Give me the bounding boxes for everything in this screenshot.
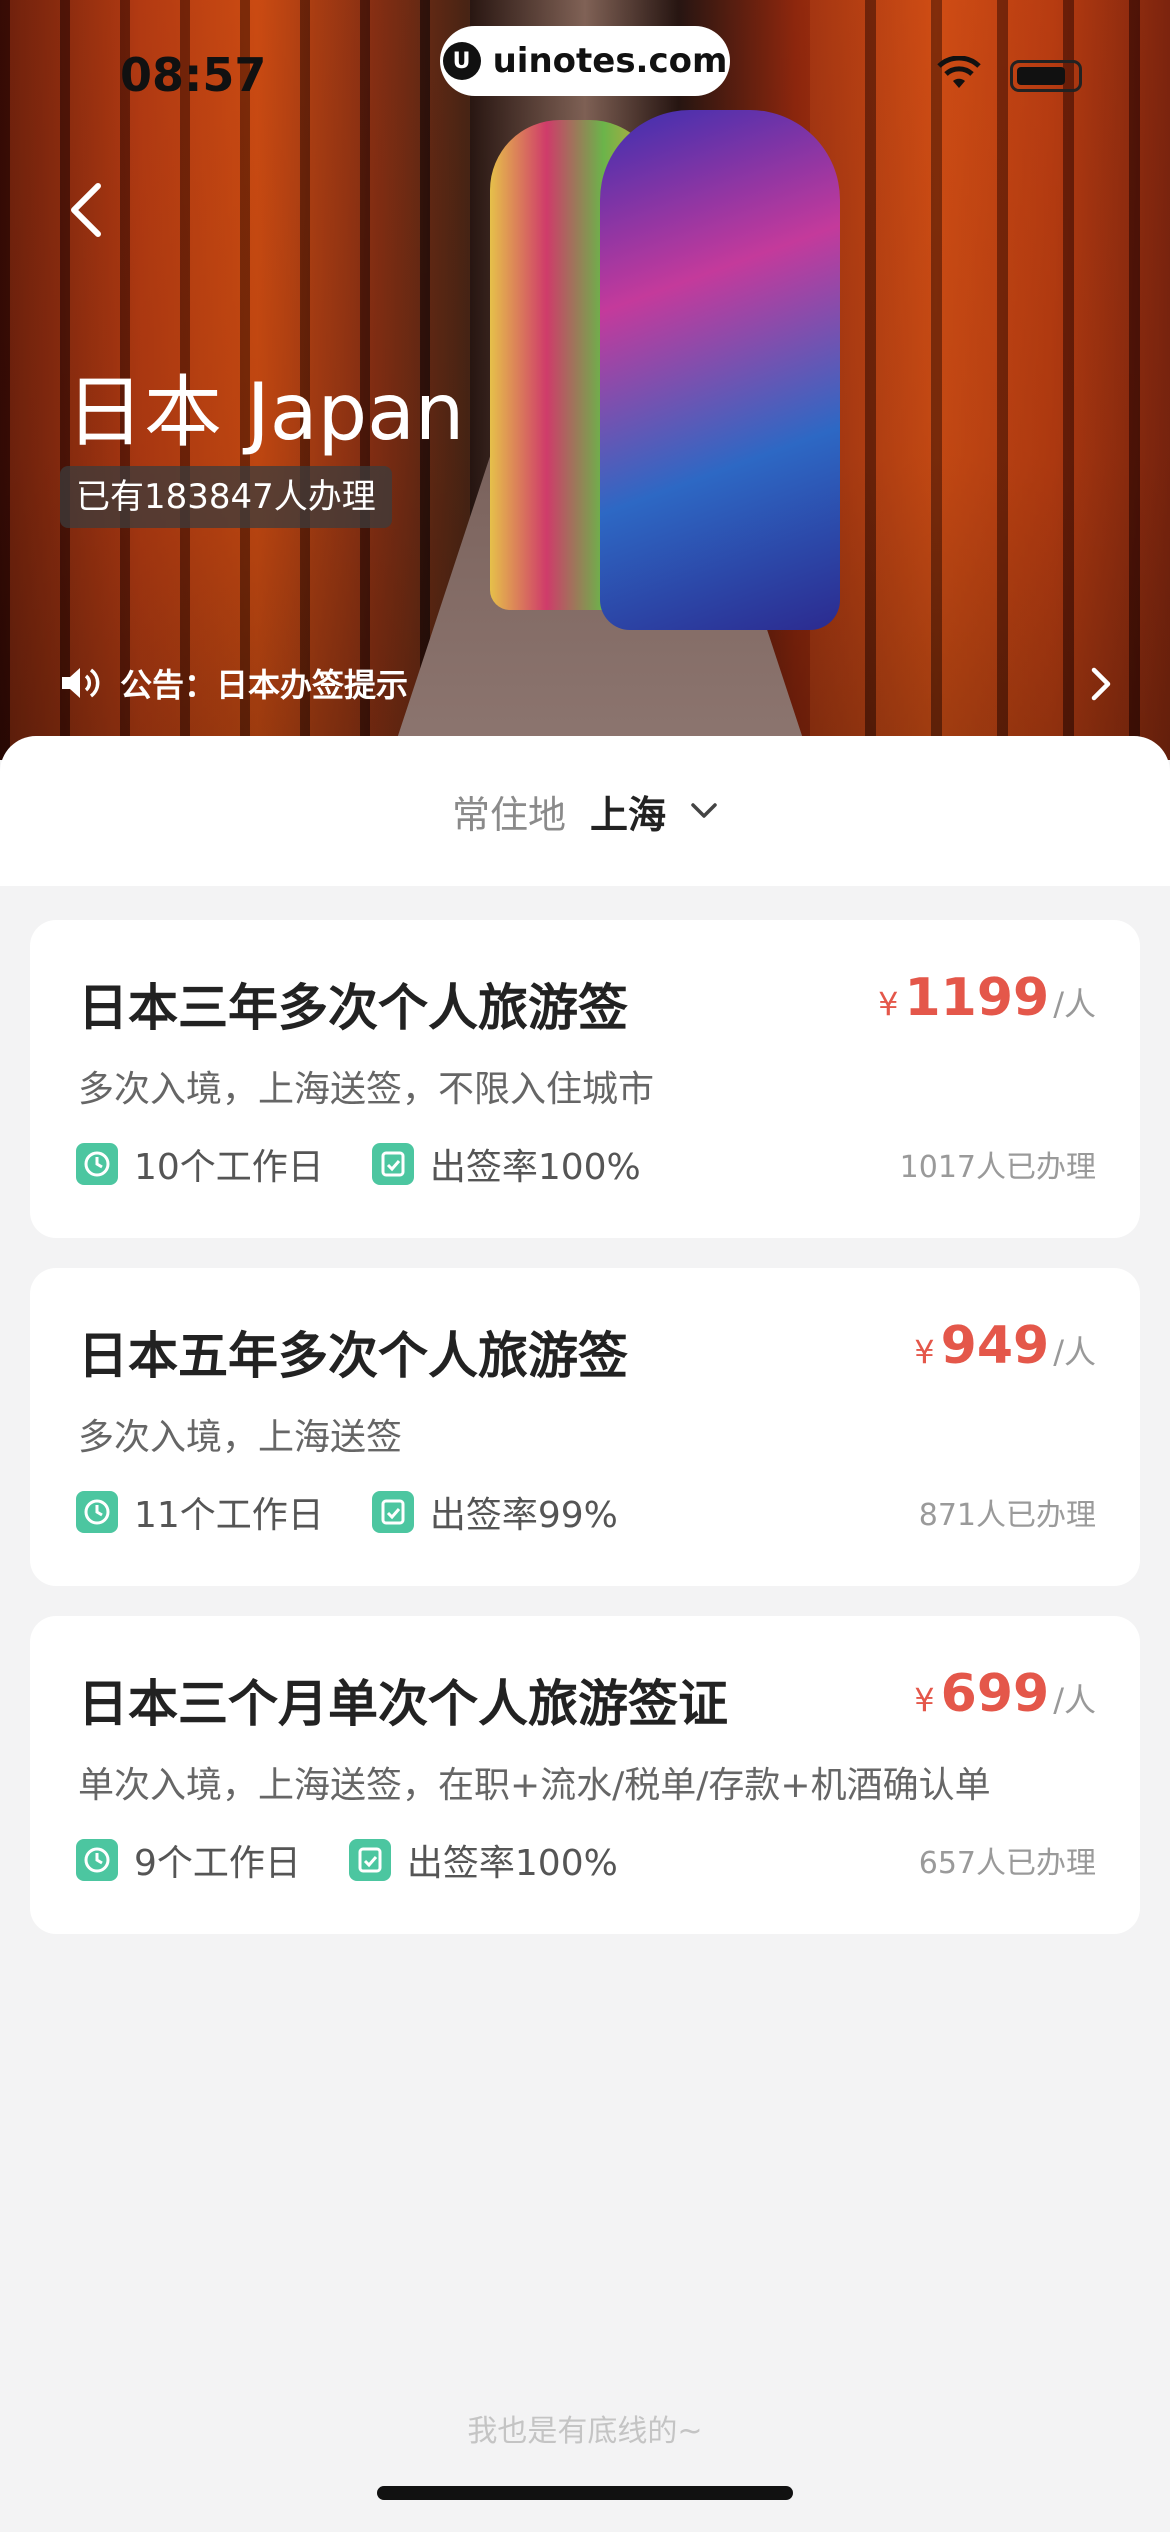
torii-gates-right — [810, 0, 1170, 760]
approval-check-icon — [371, 1143, 414, 1185]
residence-value[interactable]: 上海 — [590, 784, 666, 839]
hero-banner: 08:57 U uinotes.com 日本 Japan 已有183847人办理… — [0, 0, 1170, 760]
back-arrow-icon[interactable] — [66, 180, 106, 240]
applied-count: 657人已办理 — [918, 1846, 1096, 1881]
product-description: 单次入境，上海送签，在职+流水/税单/存款+机酒确认单 — [78, 1765, 991, 1806]
residence-selector[interactable]: 常住地 上海 — [0, 736, 1170, 886]
wifi-icon — [937, 56, 981, 88]
currency-symbol: ¥ — [878, 985, 899, 1023]
product-title: 日本三年多次个人旅游签 — [78, 979, 628, 1037]
workdays: 11个工作日 — [134, 1495, 324, 1536]
product-title: 日本五年多次个人旅游签 — [78, 1327, 628, 1385]
battery-icon — [1010, 60, 1082, 92]
product-price: ¥ 699 /人 — [914, 1664, 1096, 1724]
speaker-icon — [62, 668, 100, 698]
approval-rate: 出签率99% — [429, 1495, 618, 1536]
product-title: 日本三个月单次个人旅游签证 — [78, 1675, 728, 1733]
visa-product-card[interactable]: 日本三个月单次个人旅游签证 ¥ 699 /人 单次入境，上海送签，在职+流水/税… — [30, 1616, 1140, 1934]
approval-rate: 出签率100% — [429, 1147, 641, 1188]
workdays: 10个工作日 — [134, 1147, 324, 1188]
product-price: ¥ 949 /人 — [914, 1316, 1096, 1376]
price-unit: /人 — [1053, 1333, 1096, 1371]
chevron-down-icon[interactable] — [690, 801, 718, 821]
applied-count: 871人已办理 — [918, 1498, 1096, 1533]
currency-symbol: ¥ — [914, 1333, 935, 1371]
url-pill: U uinotes.com — [440, 26, 730, 96]
price-value: 949 — [940, 1316, 1050, 1376]
status-time: 08:57 — [120, 48, 267, 102]
product-price: ¥ 1199 /人 — [878, 968, 1096, 1028]
residence-label: 常住地 — [451, 792, 566, 837]
visa-product-card[interactable]: 日本三年多次个人旅游签 ¥ 1199 /人 多次入境，上海送签，不限入住城市 1… — [30, 920, 1140, 1238]
kimono-figure — [600, 110, 840, 630]
approval-check-icon — [371, 1491, 414, 1533]
url-text: uinotes.com — [492, 41, 728, 81]
product-meta: 9个工作日 出签率100% — [76, 1834, 618, 1886]
processed-count-badge: 已有183847人办理 — [60, 466, 392, 528]
approval-rate: 出签率100% — [406, 1843, 618, 1884]
price-unit: /人 — [1053, 985, 1096, 1023]
currency-symbol: ¥ — [914, 1681, 935, 1719]
approval-check-icon — [348, 1839, 391, 1881]
product-description: 多次入境，上海送签 — [78, 1417, 403, 1458]
clock-icon — [76, 1491, 118, 1533]
notice-text: 公告：日本办签提示 — [120, 666, 409, 704]
end-of-list-text: 我也是有底线的~ — [467, 2414, 703, 2449]
price-value: 699 — [940, 1664, 1050, 1724]
applied-count: 1017人已办理 — [899, 1150, 1096, 1185]
price-unit: /人 — [1053, 1681, 1096, 1719]
price-value: 1199 — [904, 968, 1050, 1028]
workdays: 9个工作日 — [134, 1843, 301, 1884]
site-logo-icon: U — [442, 42, 481, 80]
chevron-right-icon[interactable] — [1086, 664, 1116, 704]
notice-bar[interactable]: 公告：日本办签提示 — [60, 660, 408, 706]
home-indicator[interactable] — [377, 2486, 793, 2500]
clock-icon — [76, 1143, 118, 1185]
product-meta: 10个工作日 出签率100% — [76, 1138, 641, 1190]
product-meta: 11个工作日 出签率99% — [76, 1486, 618, 1538]
country-title: 日本 Japan — [66, 368, 465, 458]
clock-icon — [76, 1839, 118, 1881]
visa-product-card[interactable]: 日本五年多次个人旅游签 ¥ 949 /人 多次入境，上海送签 11个工作日 出签… — [30, 1268, 1140, 1586]
product-description: 多次入境，上海送签，不限入住城市 — [78, 1069, 655, 1110]
